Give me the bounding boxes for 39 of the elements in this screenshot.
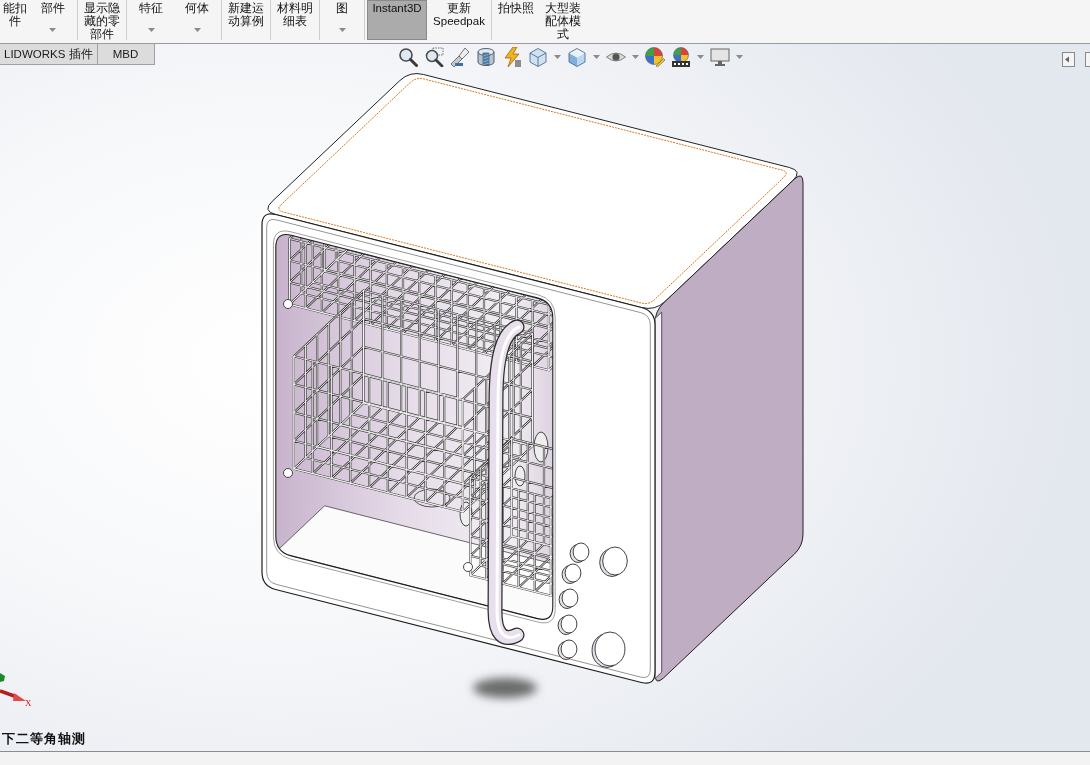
caret-icon[interactable]: [554, 55, 561, 59]
color-sphere-icon[interactable]: [671, 47, 691, 67]
zoom-box-icon[interactable]: [424, 47, 444, 67]
x-axis-arrow: [0, 689, 26, 701]
toolbar-button[interactable]: 拍快照: [494, 0, 538, 40]
toolbar-button[interactable]: Instant3D: [367, 0, 427, 40]
caret-icon[interactable]: [338, 28, 346, 32]
panel-icon[interactable]: [1085, 52, 1090, 67]
toolbar-button[interactable]: 显示隐 藏的零 部件: [80, 0, 124, 40]
command-tab[interactable]: LIDWORKS 插件: [0, 44, 98, 65]
lightning-icon[interactable]: [502, 47, 522, 67]
caret-icon[interactable]: [632, 55, 639, 59]
toolbar-button[interactable]: 图: [322, 0, 362, 40]
toolbar-button[interactable]: 材料明 细表: [273, 0, 317, 40]
toolbar-button[interactable]: 能扣 件: [2, 0, 28, 40]
cube-icon[interactable]: [567, 47, 587, 67]
color-sphere-pencil-icon[interactable]: [645, 47, 665, 67]
caret-icon[interactable]: [147, 28, 155, 32]
cube-icon[interactable]: [528, 47, 548, 67]
panel-icon[interactable]: [1062, 52, 1075, 67]
monitor-icon[interactable]: [710, 47, 730, 67]
toolbar-button[interactable]: 何体: [175, 0, 219, 40]
cylinder-icon[interactable]: [476, 47, 496, 67]
view-name: 下二等角轴测: [2, 730, 86, 748]
y-axis-arrow: [0, 673, 5, 682]
toolbar-button[interactable]: 特征: [129, 0, 173, 40]
toolbar-button[interactable]: 新建运 动算例: [224, 0, 268, 40]
zoom-icon[interactable]: [398, 47, 418, 67]
toolbar-button[interactable]: 更新 Speedpak: [429, 0, 489, 40]
axis-label: X: [25, 698, 32, 708]
toolbar-button[interactable]: 大型装 配体模 式: [540, 0, 586, 40]
caret-icon[interactable]: [193, 28, 201, 32]
flashlight-icon[interactable]: [450, 47, 470, 67]
command-tab[interactable]: MBD: [97, 44, 155, 65]
caret-icon[interactable]: [736, 55, 743, 59]
caret-icon[interactable]: [593, 55, 600, 59]
toolbar-button[interactable]: 部件: [30, 0, 75, 40]
caret-icon[interactable]: [49, 28, 56, 32]
caret-icon[interactable]: [697, 55, 704, 59]
